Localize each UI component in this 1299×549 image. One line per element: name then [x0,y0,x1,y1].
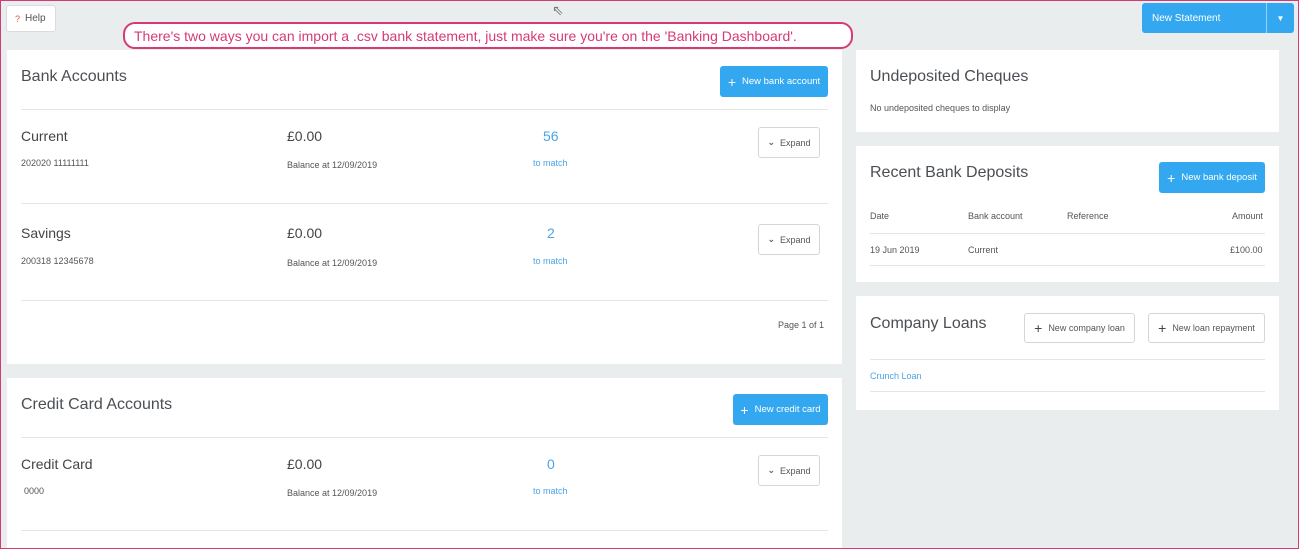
divider [21,109,828,110]
help-button[interactable]: ? Help [6,5,56,32]
expand-button[interactable]: ⌄ Expand [758,127,820,158]
mouse-cursor-icon: ⇖ [552,2,564,18]
deposit-date: 19 Jun 2019 [870,245,920,255]
plus-icon: + [1034,320,1043,336]
plus-icon: + [740,401,749,418]
new-loan-repayment-label: New loan repayment [1172,323,1255,333]
instruction-callout: There's two ways you can import a .csv b… [123,22,853,49]
to-match-link[interactable]: to match [533,256,568,266]
divider [21,437,828,438]
new-credit-card-button[interactable]: + New credit card [733,394,828,425]
company-loans-title: Company Loans [870,315,987,332]
match-count-link[interactable]: 2 [547,225,555,241]
credit-card-accounts-card: Credit Card Accounts + New credit card C… [7,378,842,549]
expand-label: Expand [780,234,811,245]
balance-date: Balance at 12/09/2019 [287,160,378,170]
column-header-date: Date [870,211,890,221]
account-name: Credit Card [21,456,93,472]
column-header-bank-account: Bank account [968,211,1023,221]
new-statement-button[interactable]: New Statement ▼ [1142,3,1294,33]
divider [870,359,1265,360]
account-name: Savings [21,225,71,241]
plus-icon: + [1158,320,1167,336]
recent-bank-deposits-title: Recent Bank Deposits [870,164,1029,181]
divider [21,203,828,204]
expand-label: Expand [780,137,811,148]
account-number: 202020 11111111 [21,158,89,168]
undeposited-cheques-card: Undeposited Cheques No undeposited chequ… [856,50,1279,132]
loan-link[interactable]: Crunch Loan [870,371,922,381]
new-statement-label: New Statement [1152,12,1221,24]
to-match-link[interactable]: to match [533,158,568,168]
new-bank-deposit-button[interactable]: + New bank deposit [1159,162,1265,193]
help-label: Help [25,13,46,24]
new-company-loan-button[interactable]: + New company loan [1024,313,1135,343]
new-credit-card-label: New credit card [754,404,821,415]
bank-accounts-title: Bank Accounts [21,68,127,85]
match-count-link[interactable]: 56 [543,128,559,144]
caret-down-icon[interactable]: ▼ [1266,3,1294,33]
plus-icon: + [1167,169,1176,186]
column-header-amount: Amount [1232,211,1264,221]
account-name: Current [21,128,68,144]
account-balance: £0.00 [287,225,323,241]
page-indicator: Page 1 of 1 [778,320,825,330]
help-icon: ? [15,13,21,24]
divider [870,391,1265,392]
account-number: 0000 [24,486,45,496]
expand-button[interactable]: ⌄ Expand [758,455,820,486]
expand-button[interactable]: ⌄ Expand [758,224,820,255]
bank-accounts-card: Bank Accounts + New bank account Current… [7,50,842,364]
to-match-link[interactable]: to match [533,486,568,496]
company-loans-card: Company Loans + New company loan + New l… [856,296,1279,410]
plus-icon: + [727,73,736,90]
deposit-amount: £100.00 [1230,245,1263,255]
divider [870,233,1265,234]
divider [21,300,828,301]
recent-bank-deposits-card: Recent Bank Deposits + New bank deposit … [856,146,1279,282]
new-bank-account-button[interactable]: + New bank account [720,66,828,97]
match-count-link[interactable]: 0 [547,456,555,472]
divider [870,265,1265,266]
new-company-loan-label: New company loan [1048,323,1125,333]
undeposited-cheques-title: Undeposited Cheques [870,68,1029,85]
credit-card-accounts-title: Credit Card Accounts [21,396,173,413]
new-loan-repayment-button[interactable]: + New loan repayment [1148,313,1265,343]
chevron-down-icon: ⌄ [767,137,775,147]
new-bank-account-label: New bank account [742,76,821,87]
divider [21,530,828,531]
account-balance: £0.00 [287,128,323,144]
chevron-down-icon: ⌄ [767,465,775,475]
column-header-reference: Reference [1067,211,1109,221]
account-number: 200318 12345678 [21,256,94,266]
account-balance: £0.00 [287,456,323,472]
chevron-down-icon: ⌄ [767,234,775,244]
expand-label: Expand [780,465,811,476]
new-bank-deposit-label: New bank deposit [1181,172,1257,183]
empty-state-text: No undeposited cheques to display [870,103,1011,113]
deposit-account: Current [968,245,999,255]
balance-date: Balance at 12/09/2019 [287,258,378,268]
balance-date: Balance at 12/09/2019 [287,488,378,498]
